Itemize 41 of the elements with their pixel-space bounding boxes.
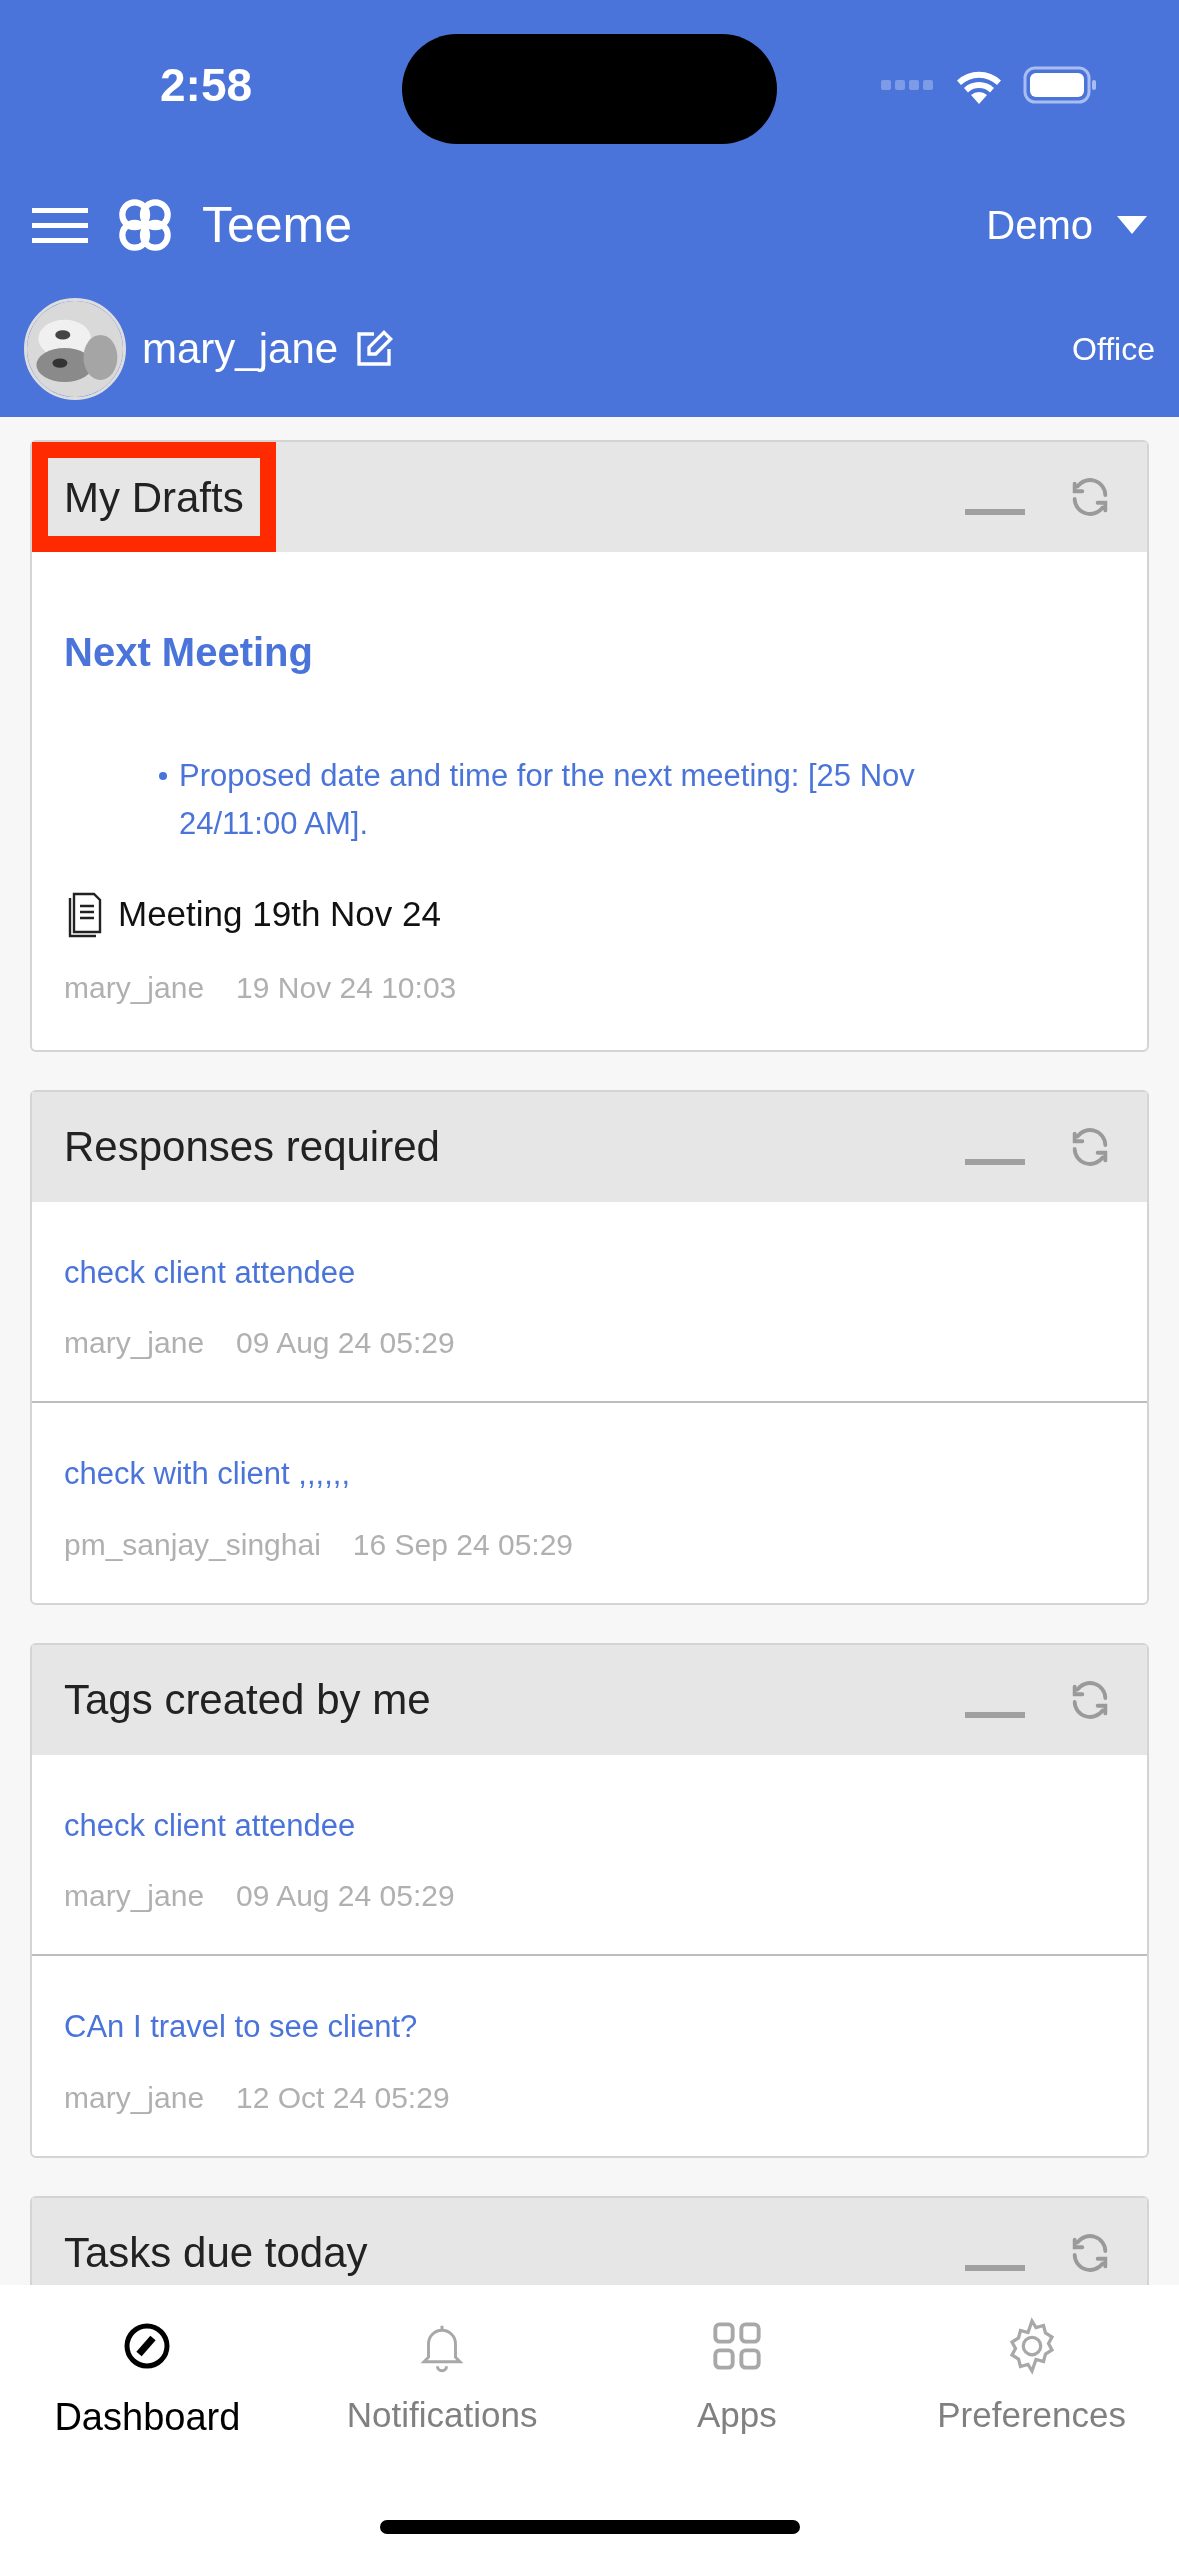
timestamp: 16 Sep 24 05:29 — [352, 1526, 574, 1563]
workspace-dropdown[interactable]: Demo — [986, 195, 1147, 255]
app-title: Teeme — [202, 195, 353, 255]
item-link[interactable]: check client attendee — [64, 1249, 1115, 1296]
battery-icon — [1023, 66, 1099, 104]
edit-icon[interactable] — [354, 328, 395, 369]
author-name: mary_jane — [64, 1325, 205, 1361]
timestamp: 19 Nov 24 10:03 — [236, 969, 457, 1006]
tab-item[interactable]: Dashboard — [0, 2315, 295, 2446]
author-name: mary_jane — [64, 1878, 205, 1914]
minimize-icon[interactable] — [965, 1158, 1025, 1165]
username: mary_jane — [142, 324, 339, 374]
bullet-text: Proposed date and time for the next meeting: [25 Nov 24/11:00 AM]. — [179, 757, 916, 843]
document-title[interactable]: Meeting 19th Nov 24 — [118, 888, 441, 941]
caret-icon — [1117, 216, 1147, 234]
timestamp: 09 Aug 24 05:29 — [236, 1325, 455, 1361]
author-name: mary_jane — [64, 2079, 205, 2116]
grid-icon — [710, 2320, 763, 2372]
author-name: pm_sanjay_singhai — [64, 1526, 321, 1563]
timestamp: 09 Aug 24 05:29 — [236, 1878, 455, 1914]
compass-icon — [123, 2322, 172, 2370]
office-label: Office — [1072, 329, 1155, 369]
card-title: Tasks due today — [63, 2228, 368, 2278]
item-link[interactable]: check client attendee — [64, 1802, 1115, 1849]
menu-icon[interactable] — [32, 207, 88, 243]
tab-item[interactable]: Preferences — [884, 2315, 1179, 2446]
bullet-icon — [159, 772, 167, 780]
author-name: mary_jane — [64, 969, 205, 1006]
tab-item[interactable]: Apps — [589, 2315, 885, 2446]
minimize-icon[interactable] — [965, 2264, 1025, 2271]
timestamp: 12 Oct 24 05:29 — [236, 2079, 450, 2116]
item-link[interactable]: check with client ,,,,,, — [64, 1451, 1115, 1498]
tab-item[interactable]: Notifications — [294, 2315, 590, 2446]
minimize-icon[interactable] — [965, 1711, 1025, 1718]
status-time: 2:58 — [160, 57, 253, 113]
card-title: Tags created by me — [63, 1675, 431, 1725]
item-link[interactable]: CAn I travel to see client? — [64, 2004, 1115, 2051]
card-title: My Drafts — [32, 442, 276, 552]
signal-icon — [881, 79, 935, 91]
card-title: Responses required — [63, 1122, 440, 1172]
draft-heading[interactable]: Next Meeting — [64, 622, 1115, 682]
